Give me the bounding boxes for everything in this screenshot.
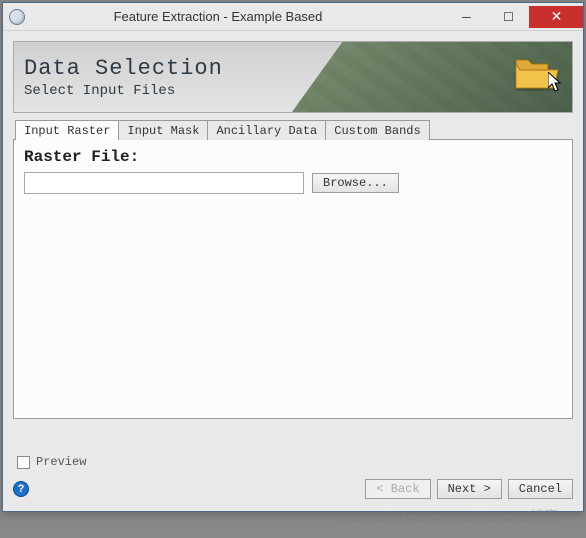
dialog-window: Feature Extraction - Example Based ─ ☐ ✕…: [2, 2, 584, 512]
titlebar: Feature Extraction - Example Based ─ ☐ ✕: [3, 3, 583, 31]
wizard-footer: ? < Back Next > Cancel: [13, 479, 573, 499]
banner-heading: Data Selection: [24, 56, 223, 81]
help-icon[interactable]: ?: [13, 481, 29, 497]
preview-row: Preview: [17, 455, 569, 469]
cancel-button[interactable]: Cancel: [508, 479, 573, 499]
preview-checkbox[interactable]: [17, 456, 30, 469]
banner-text: Data Selection Select Input Files: [14, 56, 223, 99]
wizard-banner: Data Selection Select Input Files: [13, 41, 573, 113]
close-button[interactable]: ✕: [529, 6, 583, 28]
window-title: Feature Extraction - Example Based: [0, 9, 445, 24]
tab-panel-input-raster: Raster File: Browse...: [13, 139, 573, 419]
tab-input-mask[interactable]: Input Mask: [118, 120, 208, 140]
preview-label: Preview: [36, 455, 86, 469]
tab-custom-bands[interactable]: Custom Bands: [325, 120, 429, 140]
raster-file-row: Browse...: [24, 172, 562, 194]
tab-strip: Input Raster Input Mask Ancillary Data C…: [15, 119, 573, 139]
tab-container: Input Raster Input Mask Ancillary Data C…: [13, 119, 573, 419]
raster-file-input[interactable]: [24, 172, 304, 194]
window-controls: ─ ☐ ✕: [445, 6, 583, 28]
browse-button[interactable]: Browse...: [312, 173, 399, 193]
banner-subheading: Select Input Files: [24, 83, 223, 99]
next-button[interactable]: Next >: [437, 479, 502, 499]
raster-file-label: Raster File:: [24, 148, 562, 166]
cursor-icon: [548, 72, 564, 94]
lower-section: Preview: [13, 455, 573, 469]
maximize-button[interactable]: ☐: [487, 6, 529, 28]
tab-ancillary-data[interactable]: Ancillary Data: [207, 120, 326, 140]
minimize-button[interactable]: ─: [445, 6, 487, 28]
back-button[interactable]: < Back: [365, 479, 430, 499]
tab-input-raster[interactable]: Input Raster: [15, 120, 119, 140]
